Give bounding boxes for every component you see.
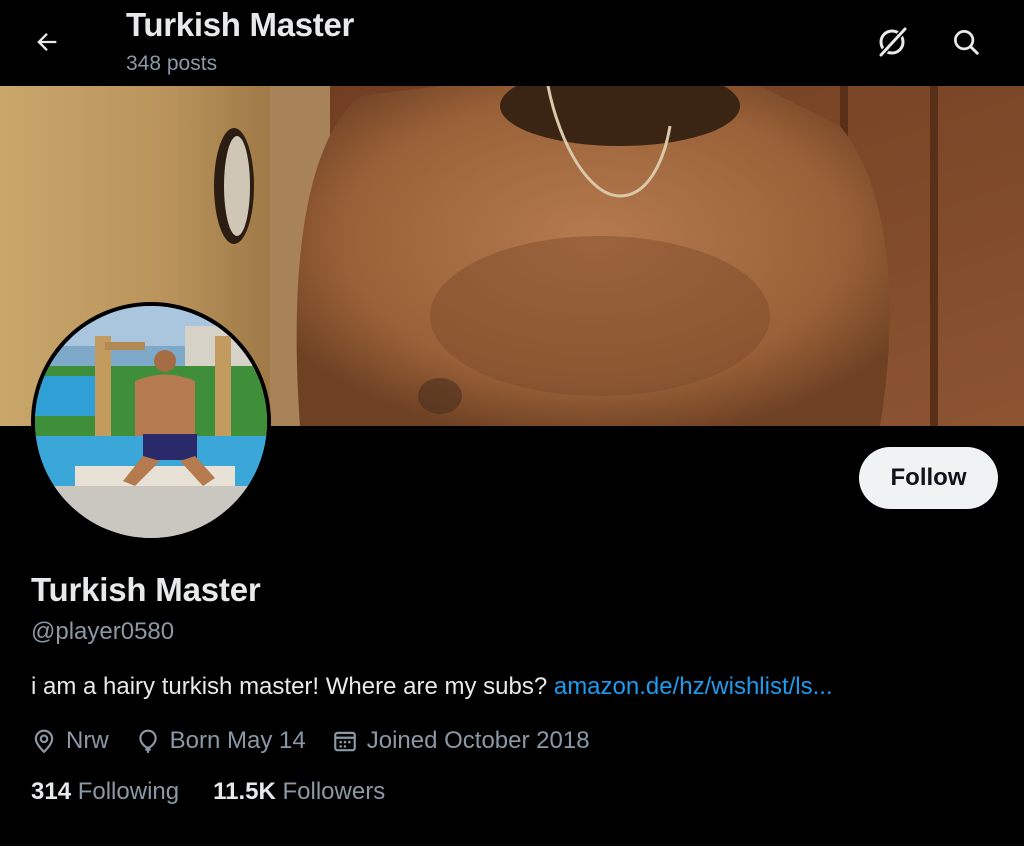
profile-header: Turkish Master 348 posts [0,0,1024,86]
following-label: Following [77,778,180,805]
profile-bio: i am a hairy turkish master! Where are m… [31,673,833,701]
follow-stats: 314 Following 11.5K Followers [31,778,419,806]
profile-meta: Nrw Born May 14 Joined October 2018 [31,724,616,758]
profile-handle: @player0580 [31,618,175,645]
balloon-icon [138,729,157,753]
profile-name: Turkish Master [31,571,261,608]
search-button[interactable] [944,20,988,64]
joined-item: Joined October 2018 [332,727,590,755]
followers-count: 11.5K [213,778,276,805]
bio-link[interactable]: amazon.de/hz/wishlist/ls... [554,673,833,700]
following-count: 314 [31,778,72,805]
grok-button[interactable] [870,20,914,64]
location-text: Nrw [66,727,109,754]
bio-text: i am a hairy turkish master! Where are m… [31,673,554,700]
back-button[interactable] [22,22,72,62]
joined-text: Joined October 2018 [366,727,590,754]
birthday-item: Born May 14 [135,727,306,755]
header-title: Turkish Master [126,6,355,43]
location-pin-icon [34,729,54,754]
search-icon [954,30,979,55]
location-item: Nrw [31,727,109,755]
follow-button[interactable]: Follow [859,447,998,509]
arrow-left-icon [37,33,57,51]
followers-label: Followers [282,778,386,805]
grok-icon [877,26,908,59]
profile-avatar[interactable] [31,302,271,542]
birthday-text: Born May 14 [169,727,306,754]
post-count: 348 posts [126,52,218,75]
calendar-icon [333,731,356,752]
following-link[interactable]: 314 Following [31,778,179,806]
followers-link[interactable]: 11.5K Followers [213,778,385,806]
